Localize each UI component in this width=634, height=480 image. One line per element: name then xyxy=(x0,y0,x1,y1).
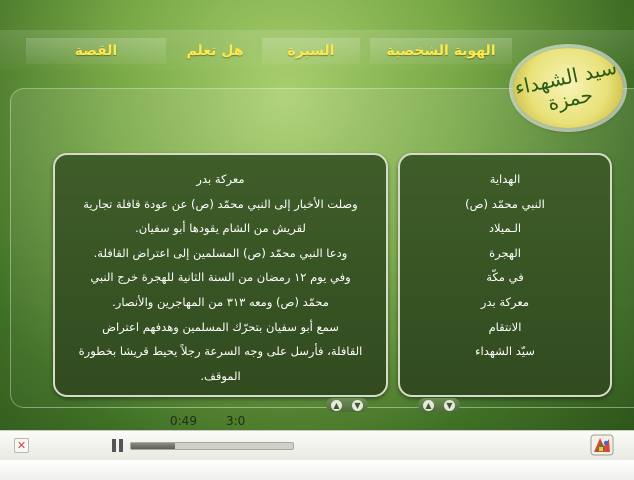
story-line: لقريش من الشام يقودها أبو سفيان. xyxy=(135,221,306,236)
logo-text: سيد الشهداء حمزة xyxy=(512,54,619,116)
story-panel: معركة بدر وصلت الأخبار إلى النبي محمّد (… xyxy=(53,153,388,397)
arrow-down-icon[interactable]: ▼ xyxy=(352,399,363,411)
progress-track[interactable] xyxy=(130,442,294,450)
player-bar xyxy=(0,430,634,461)
tab-identity[interactable]: الهوية الشخصية xyxy=(370,38,512,64)
story-line: القافلة، فأرسل على وجه السرعة رجلاً يحيط… xyxy=(78,344,363,359)
story-body: معركة بدر وصلت الأخبار إلى النبي محمّد (… xyxy=(55,155,386,388)
menu-item-master-of-martyrs[interactable]: سيّد الشهداء xyxy=(408,339,602,364)
menu-item-birth[interactable]: الـميلاد xyxy=(408,216,602,241)
menu-item-prophet[interactable]: النبي محمّد (ص) xyxy=(408,192,602,217)
tab-biography[interactable]: السيرة xyxy=(262,38,360,64)
player-bar-footer xyxy=(0,460,634,480)
menu-item-badr[interactable]: معركة بدر xyxy=(408,290,602,315)
close-icon[interactable]: ✕ xyxy=(14,438,29,453)
story-line: ودعا النبي محمّد (ص) المسلمين إلى اعتراض… xyxy=(93,245,348,260)
menu-item-revenge[interactable]: الانتقام xyxy=(408,315,602,340)
story-line: وفي يوم ١٢ رمضان من السنة الثانية للهجرة… xyxy=(90,270,351,285)
tab-did-you-know[interactable]: هل تعلم xyxy=(176,38,254,64)
chapter-menu-panel: الهداية النبي محمّد (ص) الـميلاد الهجرة … xyxy=(398,153,612,397)
arrow-up-icon[interactable]: ▲ xyxy=(423,399,434,411)
chapter-menu: الهداية النبي محمّد (ص) الـميلاد الهجرة … xyxy=(400,155,610,364)
elapsed-time: 0:49 xyxy=(170,414,197,428)
pause-icon[interactable] xyxy=(111,439,125,452)
content-stage: الهوية الشخصية السيرة هل تعلم القصة سيد … xyxy=(0,0,634,430)
total-duration: 3:0 xyxy=(226,414,246,428)
menu-item-hijra[interactable]: الهجرة xyxy=(408,241,602,266)
story-scroll-controls: ▲ ▼ xyxy=(326,398,368,412)
story-line: محمّد (ص) ومعه ٣١٣ من المهاجرين والأنصار… xyxy=(112,294,329,309)
mascot-icon[interactable] xyxy=(590,434,614,456)
story-line: سمع أبو سفيان بتحرّك المسلمين وهدفهم اعت… xyxy=(102,319,339,334)
arrow-down-icon[interactable]: ▼ xyxy=(444,399,455,411)
story-title: معركة بدر xyxy=(196,172,245,186)
logo: سيد الشهداء حمزة xyxy=(512,48,623,128)
tab-story[interactable]: القصة xyxy=(26,38,166,64)
story-line: وصلت الأخبار إلى النبي محمّد (ص) عن عودة… xyxy=(83,196,358,211)
progress-fill xyxy=(131,443,175,449)
menu-scroll-controls: ▲ ▼ xyxy=(418,398,460,412)
menu-item-guidance[interactable]: الهداية xyxy=(408,167,602,192)
menu-item-mecca[interactable]: في مكّة xyxy=(408,265,602,290)
arrow-up-icon[interactable]: ▲ xyxy=(331,399,342,411)
story-line: الموقف. xyxy=(200,368,241,383)
